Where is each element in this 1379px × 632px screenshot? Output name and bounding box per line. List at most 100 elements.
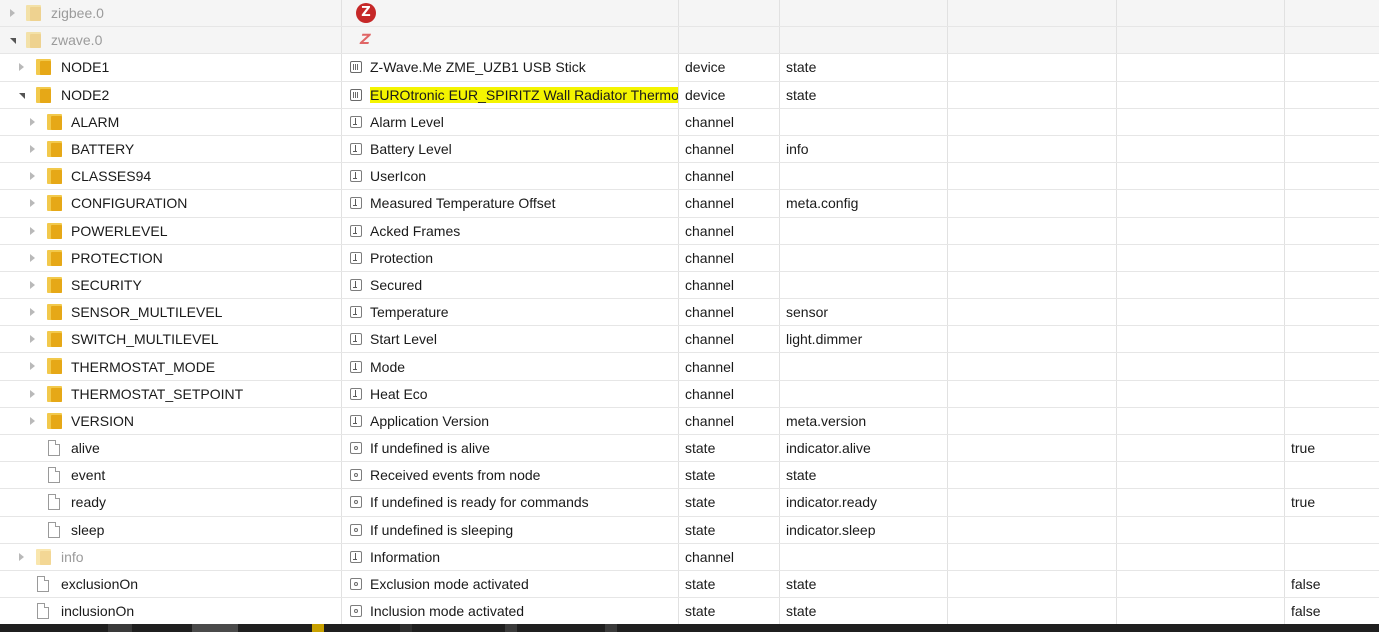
room-cell bbox=[947, 407, 1116, 434]
object-type: channel bbox=[678, 163, 779, 190]
taskbar-item-icon[interactable] bbox=[505, 624, 517, 632]
object-value[interactable] bbox=[1284, 0, 1379, 27]
object-value[interactable] bbox=[1284, 163, 1379, 190]
object-value[interactable] bbox=[1284, 543, 1379, 570]
tree-row[interactable]: CLASSES94 UserIcon channel bbox=[0, 163, 1379, 191]
tree-row[interactable]: exclusionOn Exclusion mode activated state… bbox=[0, 570, 1379, 599]
object-value[interactable] bbox=[1284, 244, 1379, 271]
taskbar-item-icon[interactable] bbox=[605, 624, 617, 632]
function-cell bbox=[1116, 543, 1284, 570]
object-value[interactable] bbox=[1284, 27, 1379, 54]
tree-row[interactable]: event Received events from node state state bbox=[0, 462, 1379, 490]
id-cell: SWITCH_MULTILEVEL bbox=[0, 326, 341, 352]
tree-row[interactable]: SECURITY Secured channel bbox=[0, 271, 1379, 300]
object-value[interactable] bbox=[1284, 271, 1379, 299]
collapse-arrow-icon[interactable] bbox=[30, 253, 35, 262]
collapse-arrow-icon[interactable] bbox=[30, 308, 35, 317]
collapse-arrow-icon[interactable] bbox=[19, 63, 24, 72]
tree-row[interactable]: BATTERY Battery Level channel info bbox=[0, 135, 1379, 164]
tree-row[interactable]: SENSOR_MULTILEVEL Temperature channel senso… bbox=[0, 299, 1379, 327]
function-cell bbox=[1116, 299, 1284, 326]
function-cell bbox=[1116, 380, 1284, 407]
state-type-icon bbox=[350, 442, 362, 455]
expand-arrow-icon[interactable] bbox=[10, 38, 16, 45]
collapse-arrow-icon[interactable] bbox=[30, 117, 35, 126]
tree-row[interactable]: THERMOSTAT_MODE Mode channel bbox=[0, 353, 1379, 381]
collapse-arrow-icon[interactable] bbox=[30, 416, 35, 425]
object-value[interactable]: true bbox=[1284, 489, 1379, 516]
name-cell: Acked Frames bbox=[341, 217, 678, 244]
tree-row[interactable]: zigbee.0 Z bbox=[0, 0, 1379, 28]
tree-row[interactable]: POWERLEVEL Acked Frames channel bbox=[0, 217, 1379, 245]
collapse-arrow-icon[interactable] bbox=[30, 280, 35, 289]
object-role bbox=[779, 353, 947, 380]
room-cell bbox=[947, 190, 1116, 217]
object-value[interactable] bbox=[1284, 135, 1379, 163]
object-value[interactable] bbox=[1284, 516, 1379, 543]
room-cell bbox=[947, 0, 1116, 27]
tree-row[interactable]: PROTECTION Protection channel bbox=[0, 244, 1379, 272]
object-id: info bbox=[61, 548, 84, 565]
collapse-arrow-icon[interactable] bbox=[30, 144, 35, 153]
object-role bbox=[779, 217, 947, 244]
tree-row[interactable]: SWITCH_MULTILEVEL Start Level channel light… bbox=[0, 326, 1379, 354]
object-value[interactable] bbox=[1284, 326, 1379, 353]
object-value[interactable]: true bbox=[1284, 435, 1379, 462]
channel-type-icon bbox=[350, 360, 362, 373]
room-cell bbox=[947, 135, 1116, 163]
collapse-arrow-icon[interactable] bbox=[30, 226, 35, 235]
collapse-arrow-icon[interactable] bbox=[10, 9, 15, 17]
object-id: SECURITY bbox=[71, 276, 142, 293]
object-value[interactable] bbox=[1284, 407, 1379, 434]
function-cell bbox=[1116, 135, 1284, 163]
tree-row[interactable]: zwave.0 Z bbox=[0, 27, 1379, 55]
id-cell: ALARM bbox=[0, 109, 341, 135]
expand-arrow-icon[interactable] bbox=[19, 92, 25, 99]
tree-row[interactable]: NODE1 Z-Wave.Me ZME_UZB1 USB Stick device s… bbox=[0, 54, 1379, 82]
tree-row[interactable]: CONFIGURATION Measured Temperature Offset… bbox=[0, 190, 1379, 218]
room-cell bbox=[947, 516, 1116, 543]
object-id: BATTERY bbox=[71, 141, 135, 158]
object-value[interactable] bbox=[1284, 380, 1379, 407]
object-value[interactable] bbox=[1284, 81, 1379, 108]
name-cell: If undefined is alive bbox=[341, 435, 678, 462]
tree-row[interactable]: alive If undefined is alive state indicator… bbox=[0, 435, 1379, 463]
collapse-arrow-icon[interactable] bbox=[30, 172, 35, 181]
taskbar-item-icon[interactable] bbox=[192, 624, 238, 632]
taskbar-item-icon[interactable] bbox=[400, 624, 412, 632]
state-type-icon bbox=[350, 469, 362, 482]
object-name: Temperature bbox=[370, 304, 449, 321]
tree-row[interactable]: VERSION Application Version channel meta.ve… bbox=[0, 407, 1379, 435]
tree-row[interactable]: sleep If undefined is sleeping state indica… bbox=[0, 516, 1379, 544]
tree-row[interactable]: info Information channel bbox=[0, 543, 1379, 571]
tree-row[interactable]: NODE2 EUROtronic EUR_SPIRITZ Wall Radiato… bbox=[0, 81, 1379, 109]
collapse-arrow-icon[interactable] bbox=[30, 362, 35, 371]
object-value[interactable] bbox=[1284, 462, 1379, 489]
object-name: Exclusion mode activated bbox=[370, 576, 529, 593]
object-value[interactable]: false bbox=[1284, 598, 1379, 625]
object-id: SWITCH_MULTILEVEL bbox=[71, 331, 219, 348]
tree-row[interactable]: ALARM Alarm Level channel bbox=[0, 108, 1379, 136]
taskbar-item-icon[interactable] bbox=[108, 624, 132, 632]
object-value[interactable] bbox=[1284, 190, 1379, 217]
object-value[interactable] bbox=[1284, 217, 1379, 244]
name-cell: Application Version bbox=[341, 407, 678, 434]
collapse-arrow-icon[interactable] bbox=[30, 389, 35, 398]
object-value[interactable] bbox=[1284, 108, 1379, 135]
object-value[interactable] bbox=[1284, 353, 1379, 380]
tree-row[interactable]: THERMOSTAT_SETPOINT Heat Eco channel bbox=[0, 380, 1379, 408]
taskbar-item-icon[interactable] bbox=[312, 624, 324, 632]
function-cell bbox=[1116, 81, 1284, 108]
object-id: NODE1 bbox=[61, 59, 110, 76]
object-value[interactable] bbox=[1284, 299, 1379, 326]
collapse-arrow-icon[interactable] bbox=[30, 199, 35, 208]
tree-row[interactable]: inclusionOn Inclusion mode activated state… bbox=[0, 598, 1379, 626]
tree-row[interactable]: ready If undefined is ready for commands s… bbox=[0, 489, 1379, 517]
room-cell bbox=[947, 54, 1116, 81]
object-value[interactable]: false bbox=[1284, 570, 1379, 598]
object-id: PROTECTION bbox=[71, 249, 163, 266]
object-type: channel bbox=[678, 244, 779, 271]
object-value[interactable] bbox=[1284, 54, 1379, 81]
collapse-arrow-icon[interactable] bbox=[30, 335, 35, 344]
collapse-arrow-icon[interactable] bbox=[19, 552, 24, 561]
